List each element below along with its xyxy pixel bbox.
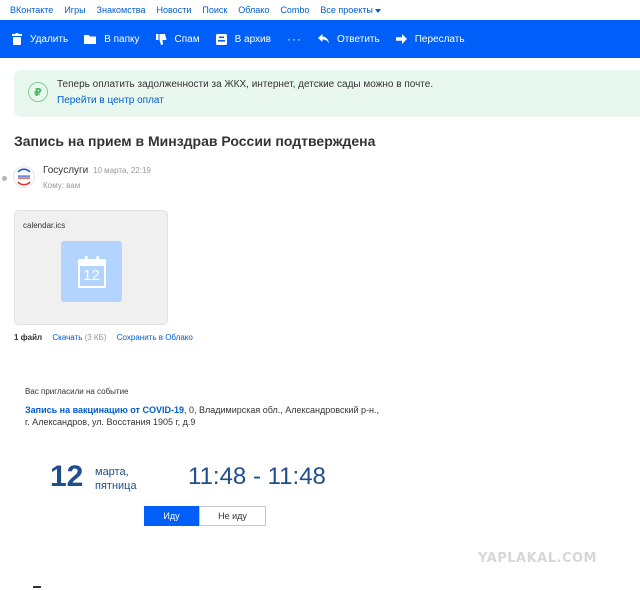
reply-label: Ответить <box>336 33 380 45</box>
event-time-range: 11:48 - 11:48 <box>188 463 326 490</box>
reply-icon <box>317 34 329 44</box>
message-date: 10 марта, 22:19 <box>93 166 151 175</box>
save-to-cloud-link[interactable]: Сохранить в Облако <box>117 333 193 342</box>
calendar-icon: 12 <box>61 241 122 302</box>
event-day: 12 <box>50 460 84 493</box>
forward-button[interactable]: Переслать <box>395 20 465 58</box>
forward-icon <box>395 34 407 44</box>
files-count: 1 файл <box>14 333 43 342</box>
attachment-filename: calendar.ics <box>23 221 66 230</box>
banner-text: Теперь оплатить задолженности за ЖКХ, ин… <box>57 79 434 90</box>
calendar-icon-day: 12 <box>83 267 100 284</box>
thumbs-down-icon <box>155 33 167 45</box>
event-weekday: пятница <box>95 480 137 492</box>
archive-button[interactable]: В архив <box>215 20 271 58</box>
cropped-text-fragment <box>33 586 41 588</box>
chevron-down-icon <box>374 8 381 13</box>
payments-banner: ₽ Теперь оплатить задолженности за ЖКХ, … <box>14 70 640 117</box>
message-subject: Запись на прием в Минздрав России подтве… <box>14 133 376 149</box>
event-title-link[interactable]: Запись на вакцинацию от COVID-19 <box>25 405 184 415</box>
portal-nav: ВКонтакте Игры Знакомства Новости Поиск … <box>0 0 640 20</box>
archive-icon <box>215 33 227 45</box>
event-month: марта, <box>95 466 129 478</box>
sender-line: Госуслуги 10 марта, 22:19 <box>43 165 151 176</box>
ruble-icon: ₽ <box>28 82 48 102</box>
watermark: YAPLAKAL.COM <box>478 551 597 566</box>
trash-icon <box>12 33 22 45</box>
portal-link-search[interactable]: Поиск <box>202 5 227 15</box>
portal-link-dating[interactable]: Знакомства <box>97 5 146 15</box>
more-button[interactable]: ··· <box>287 32 302 46</box>
event-month-weekday: марта, пятница <box>95 465 137 493</box>
portal-link-combo[interactable]: Combo <box>280 5 309 15</box>
folder-move-icon <box>84 35 97 44</box>
portal-link-news[interactable]: Новости <box>157 5 192 15</box>
archive-label: В архив <box>234 33 271 45</box>
portal-link-games[interactable]: Игры <box>64 5 85 15</box>
decline-button[interactable]: Не иду <box>199 506 266 526</box>
payments-center-link[interactable]: Перейти в центр оплат <box>57 95 164 106</box>
attachment-actions: 1 файл Скачать (3 КБ) Сохранить в Облако <box>14 333 193 342</box>
event-description: Запись на вакцинацию от COVID-19, 0, Вла… <box>25 404 385 428</box>
delete-button[interactable]: Удалить <box>12 20 68 58</box>
gosuslugi-logo-icon <box>17 168 31 186</box>
recipient: Кому: вам <box>43 181 81 190</box>
move-label: В папку <box>104 33 140 45</box>
spam-label: Спам <box>174 33 200 45</box>
attachment-card[interactable]: calendar.ics 12 <box>14 210 168 325</box>
portal-link-cloud[interactable]: Облако <box>238 5 269 15</box>
read-status-dot[interactable] <box>2 176 7 181</box>
all-projects-label: Все проекты <box>320 5 373 15</box>
all-projects-dropdown[interactable]: Все проекты <box>320 5 381 15</box>
reply-button[interactable]: Ответить <box>317 20 380 58</box>
spam-button[interactable]: Спам <box>155 20 200 58</box>
file-size: (3 КБ) <box>84 333 107 342</box>
forward-label: Переслать <box>414 33 465 45</box>
invitation-label: Вас пригласили на событие <box>25 387 129 396</box>
move-to-folder-button[interactable]: В папку <box>84 20 140 58</box>
accept-button[interactable]: Иду <box>144 506 199 526</box>
message-toolbar: Удалить В папку Спам В архив ··· Ответит… <box>0 20 640 58</box>
delete-label: Удалить <box>30 33 69 45</box>
download-link[interactable]: Скачать <box>52 333 82 342</box>
portal-link-vk[interactable]: ВКонтакте <box>10 5 53 15</box>
sender-name[interactable]: Госуслуги <box>43 165 88 176</box>
sender-avatar[interactable] <box>13 166 35 188</box>
